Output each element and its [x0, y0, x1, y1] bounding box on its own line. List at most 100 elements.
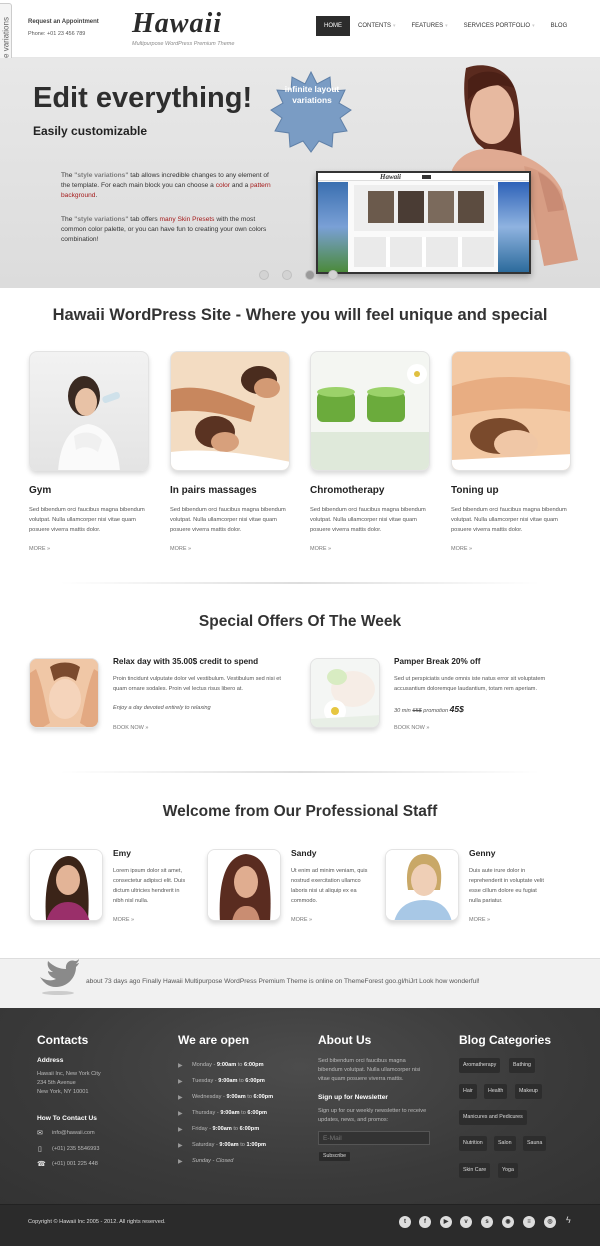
nav-home-label: HOME — [324, 23, 342, 29]
nav-contents[interactable]: CONTENTS ▾ — [350, 16, 404, 36]
staff-photo-emy[interactable] — [29, 849, 103, 921]
p1-text-c: and a — [229, 182, 251, 189]
nav-services-portfolio-label: SERVICES PORTFOLIO — [463, 23, 531, 29]
nav-home[interactable]: HOME — [316, 16, 350, 36]
pamper-photo — [311, 659, 379, 727]
about-text: Sed bibendum orci faucibus magna bibendu… — [318, 1058, 421, 1082]
book-now-link[interactable]: BOOK NOW » — [113, 725, 148, 731]
slide-dot-2[interactable] — [282, 270, 292, 280]
tumblr-icon[interactable]: t — [399, 1216, 411, 1228]
hours-day: Tuesday — [192, 1078, 214, 1084]
hours-day: Friday — [192, 1126, 208, 1132]
more-link[interactable]: MORE » — [29, 546, 50, 552]
more-link[interactable]: MORE » — [310, 546, 331, 552]
service-image-massages[interactable] — [170, 351, 290, 471]
hours-row: ▶ Tuesday - 9:00am to 6:00pm — [178, 1078, 265, 1085]
vimeo-icon[interactable]: v — [460, 1216, 472, 1228]
lightning-icon[interactable]: ϟ — [566, 1215, 571, 1225]
book-now-label: BOOK NOW — [113, 725, 144, 731]
hero-slider: Edit everything! Easily customizable The… — [0, 58, 600, 288]
share-icon[interactable]: ≡ — [523, 1216, 535, 1228]
preview-slider — [354, 185, 494, 231]
emy-photo — [30, 850, 102, 920]
rss-icon[interactable]: ◉ — [502, 1216, 514, 1228]
staff-photo-genny[interactable] — [385, 849, 459, 921]
offer-text-relax: Proin tincidunt vulputate dolor vel vest… — [113, 676, 281, 692]
youtube-icon[interactable]: ▶ — [440, 1216, 452, 1228]
arrow-right-icon: ▶ — [178, 1062, 183, 1069]
arrow-right-icon: ▶ — [178, 1110, 183, 1117]
arrow-right-icon: ▶ — [178, 1078, 183, 1085]
hours-row: ▶ Thursday - 9:00am to 6:00pm — [178, 1110, 267, 1117]
tag-aromatherapy[interactable]: Aromatherapy — [459, 1058, 501, 1073]
nav-features[interactable]: FEATURES ▾ — [404, 16, 456, 36]
more-link[interactable]: MORE » — [469, 917, 490, 923]
nav-blog-label: BLOG — [550, 23, 568, 29]
tag-manicures-pedicures[interactable]: Manicures and Pedicures — [459, 1110, 527, 1125]
hours-day: Monday — [192, 1062, 212, 1068]
more-link[interactable]: MORE » — [291, 917, 312, 923]
service-image-toning-up[interactable] — [451, 351, 571, 471]
hours-row: ▶ Monday - 9:00am to 6:00pm — [178, 1062, 264, 1069]
more-link[interactable]: MORE » — [451, 546, 472, 552]
more-label: MORE — [170, 546, 187, 552]
service-image-chromotherapy[interactable] — [310, 351, 430, 471]
more-link[interactable]: MORE » — [113, 917, 134, 923]
facial-photo — [30, 659, 98, 727]
hours-from: 9:00am — [220, 1110, 240, 1116]
request-appointment-link[interactable]: Request an Appointment — [28, 19, 99, 25]
hours-row: ▶ Friday - 9:00am to 6:00pm — [178, 1126, 260, 1133]
tag-yoga[interactable]: Yoga — [498, 1163, 518, 1178]
tag-makeup[interactable]: Makeup — [515, 1084, 542, 1099]
preview-nav — [422, 175, 431, 179]
more-label: MORE — [291, 917, 308, 923]
tweet-text: about 73 days ago Finally Hawaii Multipu… — [86, 978, 386, 985]
hero-subtitle: Easily customizable — [33, 124, 148, 138]
arrow-right-icon: ▶ — [178, 1126, 183, 1133]
sandy-photo — [208, 850, 280, 920]
tag-health[interactable]: Health — [484, 1084, 508, 1099]
tag-skin-care[interactable]: Skin Care — [459, 1163, 491, 1178]
nav-blog[interactable]: BLOG — [543, 16, 576, 36]
dribbble-icon[interactable]: ◎ — [544, 1216, 556, 1228]
staff-text-sandy: Ut enim ad minim veniam, quis nostrud ex… — [291, 868, 368, 904]
tag-nutrition[interactable]: Nutrition — [459, 1136, 487, 1151]
subscribe-button[interactable]: Subscribe — [319, 1152, 351, 1161]
slide-dot-3[interactable] — [305, 270, 315, 280]
preview-header: Hawaii — [318, 173, 529, 181]
p1-color-link[interactable]: color — [216, 182, 230, 189]
tag-bathing[interactable]: Bathing — [509, 1058, 535, 1073]
service-title-toning-up: Toning up — [451, 485, 499, 496]
more-link[interactable]: MORE » — [170, 546, 191, 552]
tag-hair[interactable]: Hair — [459, 1084, 477, 1099]
nav-features-label: FEATURES — [411, 23, 444, 29]
slide-dot-1[interactable] — [259, 270, 269, 280]
staff-photo-sandy[interactable] — [207, 849, 281, 921]
preview-right-strip — [498, 182, 529, 272]
service-text-gym: Sed bibendum orci faucibus magna bibendu… — [29, 507, 145, 533]
facebook-icon[interactable]: f — [419, 1216, 431, 1228]
skype-icon[interactable]: s — [481, 1216, 493, 1228]
offer-image-relax[interactable] — [29, 658, 99, 728]
offers-title: Special Offers Of The Week — [198, 613, 402, 630]
template-preview-screen: Hawaii — [316, 171, 531, 274]
service-image-gym[interactable] — [29, 351, 149, 471]
book-now-link[interactable]: BOOK NOW » — [394, 725, 429, 731]
offer-note-relax: Enjoy a day devoted entirely to relaxing — [113, 705, 211, 711]
tag-sauna[interactable]: Sauna — [523, 1136, 547, 1151]
tag-salon[interactable]: Salon — [494, 1136, 516, 1151]
site-logo[interactable]: Hawaii — [132, 8, 222, 40]
tweet-link[interactable]: goo.gl/hiJrt — [385, 978, 417, 985]
hours-row: ▶ Saturday - 9:00am to 1:00pm — [178, 1142, 267, 1149]
starburst-badge-icon — [270, 70, 352, 153]
contacts-title: Contacts — [37, 1033, 89, 1047]
newsletter-email-input[interactable] — [318, 1131, 430, 1145]
nav-services-portfolio[interactable]: SERVICES PORTFOLIO ▾ — [456, 16, 543, 36]
staff-text-genny: Duis aute irure dolor in reprehenderit i… — [469, 868, 544, 904]
contact-email[interactable]: info@hawaii.com — [52, 1129, 95, 1138]
slide-dot-4[interactable] — [328, 270, 338, 280]
p2-skin-presets-link[interactable]: many Skin Presets — [160, 216, 215, 223]
hero-paragraph-2: The "style variations" tab offers many S… — [61, 215, 279, 245]
hours-to: 1:00pm — [246, 1142, 267, 1148]
offer-image-pamper[interactable] — [310, 658, 380, 728]
